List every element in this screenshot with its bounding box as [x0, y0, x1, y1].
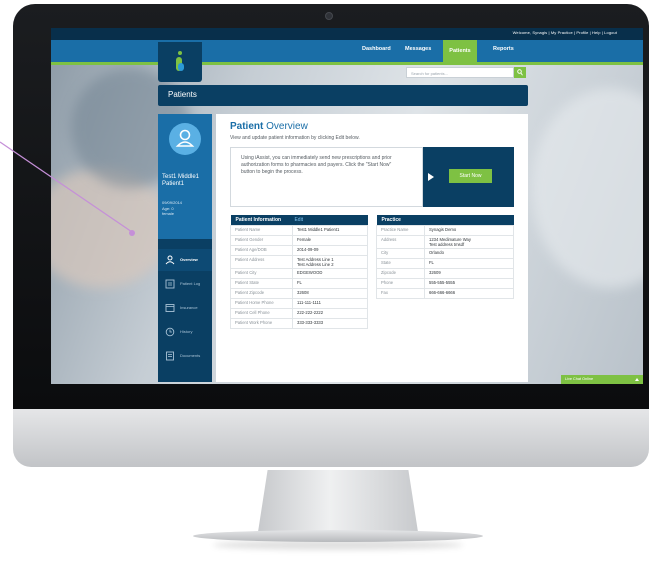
pointer-dot	[129, 230, 135, 236]
pointer-line	[0, 141, 133, 233]
annotation-pointer	[0, 141, 135, 236]
